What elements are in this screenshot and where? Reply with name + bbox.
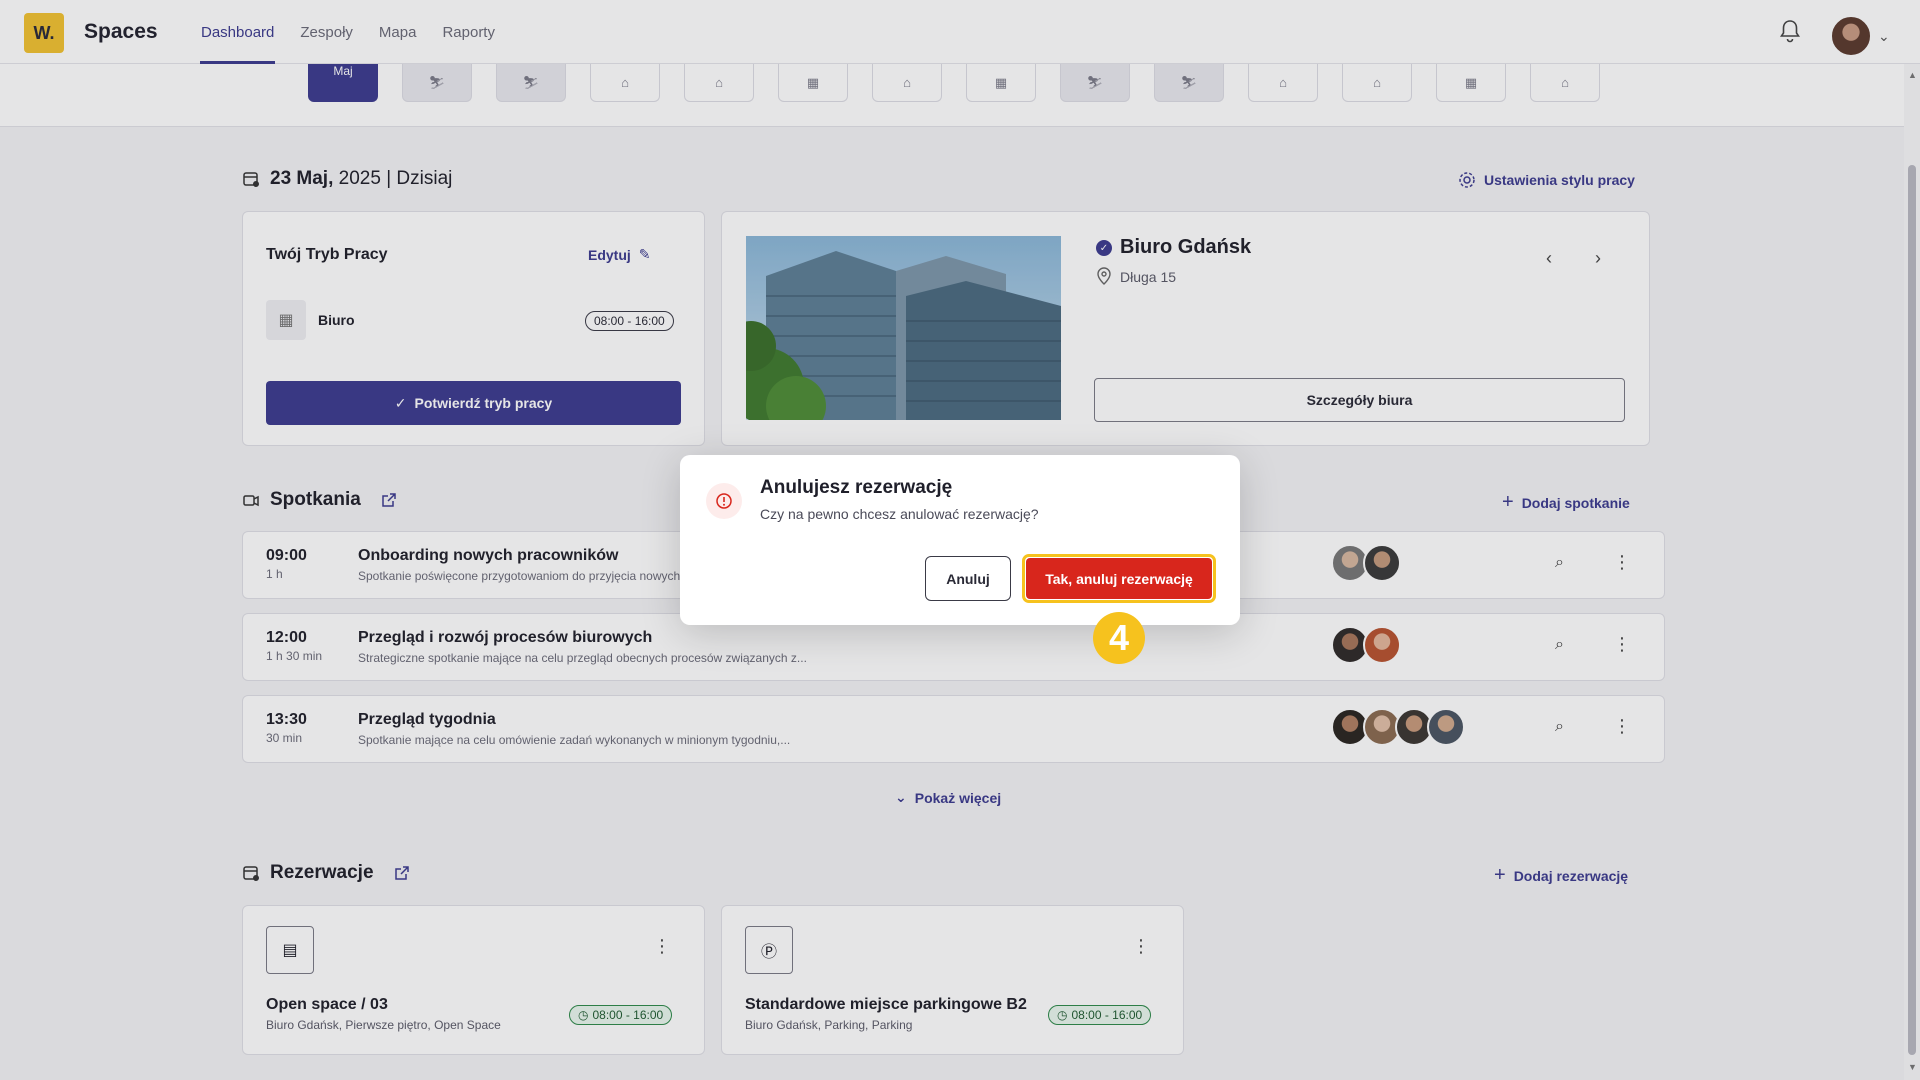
warning-icon (706, 483, 742, 519)
dialog-cancel-button[interactable]: Anuluj (925, 556, 1011, 601)
confirm-cancel-reservation-button[interactable]: Tak, anuluj rezerwację (1026, 558, 1212, 599)
cancel-reservation-dialog: Anulujesz rezerwację Czy na pewno chcesz… (680, 455, 1240, 625)
step-number-badge: 4 (1093, 612, 1145, 664)
dialog-message: Czy na pewno chcesz anulować rezerwację? (760, 506, 1039, 522)
dialog-title: Anulujesz rezerwację (760, 477, 953, 498)
